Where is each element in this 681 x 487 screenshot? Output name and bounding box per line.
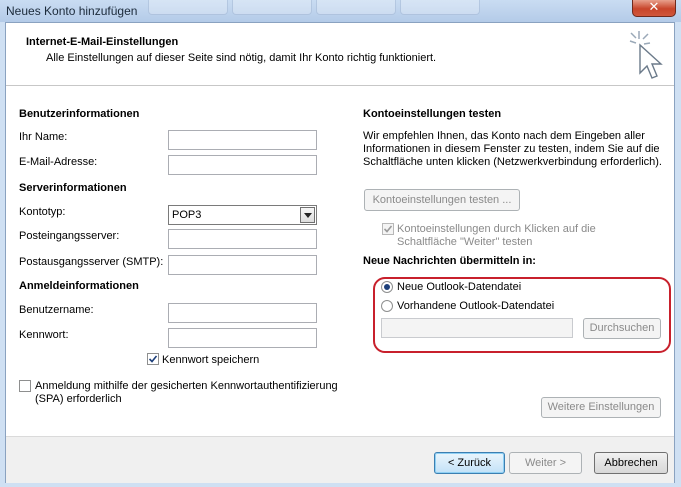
account-type-value: POP3: [172, 209, 202, 221]
next-button[interactable]: Weiter >: [509, 452, 582, 474]
email-label: E-Mail-Adresse:: [19, 156, 98, 168]
browse-button[interactable]: Durchsuchen: [583, 318, 661, 339]
window-title: Neues Konto hinzufügen: [6, 4, 138, 18]
page-title: Internet-E-Mail-Einstellungen: [26, 36, 179, 48]
background-tab-ghost: [232, 0, 312, 15]
more-settings-button[interactable]: Weitere Einstellungen: [541, 397, 661, 418]
name-input[interactable]: [168, 130, 317, 150]
radio-selected-dot: [384, 284, 390, 290]
server-info-heading: Serverinformationen: [19, 182, 127, 194]
password-label: Kennwort:: [19, 329, 69, 341]
background-tab-ghost: [400, 0, 480, 15]
login-info-heading: Anmeldeinformationen: [19, 280, 139, 292]
close-icon: ✕: [648, 0, 660, 15]
test-account-button[interactable]: Kontoeinstellungen testen ...: [364, 189, 520, 211]
radio-existing-datafile[interactable]: [381, 300, 393, 312]
spa-label-line1[interactable]: Anmeldung mithilfe der gesicherten Kennw…: [35, 380, 338, 392]
username-input[interactable]: [168, 303, 317, 323]
close-button[interactable]: ✕: [632, 0, 676, 17]
checkmark-icon: [384, 225, 392, 233]
account-type-label: Kontotyp:: [19, 206, 66, 218]
auto-test-label-line1[interactable]: Kontoeinstellungen durch Klicken auf die: [397, 223, 596, 235]
test-description-line1: Wir empfehlen Ihnen, das Konto nach dem …: [363, 130, 645, 142]
incoming-server-label: Posteingangsserver:: [19, 230, 120, 242]
cancel-button[interactable]: Abbrechen: [594, 452, 668, 474]
radio-new-datafile[interactable]: [381, 281, 393, 293]
page-subtitle: Alle Einstellungen auf dieser Seite sind…: [46, 52, 437, 64]
test-settings-heading: Kontoeinstellungen testen: [363, 108, 502, 120]
auto-test-label-line2[interactable]: Schaltfläche "Weiter" testen: [397, 236, 532, 248]
back-button[interactable]: < Zurück: [434, 452, 505, 474]
background-tab-ghost: [316, 0, 396, 15]
incoming-server-input[interactable]: [168, 229, 317, 249]
cursor-sparkle-icon: [626, 29, 668, 81]
deliver-heading: Neue Nachrichten übermitteln in:: [363, 255, 536, 267]
auto-test-checkbox[interactable]: [382, 223, 394, 235]
remember-password-checkbox[interactable]: [147, 353, 159, 365]
test-description-line2: Informationen in diesem Fenster zu teste…: [363, 143, 660, 155]
test-description-line3: Schaltfläche unten klicken (Netzwerkverb…: [363, 156, 662, 168]
spa-checkbox[interactable]: [19, 380, 31, 392]
remember-password-label[interactable]: Kennwort speichern: [162, 354, 259, 366]
username-label: Benutzername:: [19, 304, 94, 316]
outgoing-server-label: Postausgangsserver (SMTP):: [19, 256, 164, 268]
new-datafile-label[interactable]: Neue Outlook-Datendatei: [397, 281, 521, 293]
chevron-down-icon: [300, 207, 315, 223]
account-type-select[interactable]: POP3: [168, 205, 317, 225]
spa-label-line2[interactable]: (SPA) erforderlich: [35, 393, 122, 405]
name-label: Ihr Name:: [19, 131, 68, 143]
checkmark-icon: [149, 355, 157, 363]
background-tab-ghost: [148, 0, 228, 15]
existing-datafile-label[interactable]: Vorhandene Outlook-Datendatei: [397, 300, 554, 312]
password-input[interactable]: [168, 328, 317, 348]
outgoing-server-input[interactable]: [168, 255, 317, 275]
email-input[interactable]: [168, 155, 317, 175]
user-info-heading: Benutzerinformationen: [19, 108, 140, 120]
datafile-path-input[interactable]: [381, 318, 573, 338]
